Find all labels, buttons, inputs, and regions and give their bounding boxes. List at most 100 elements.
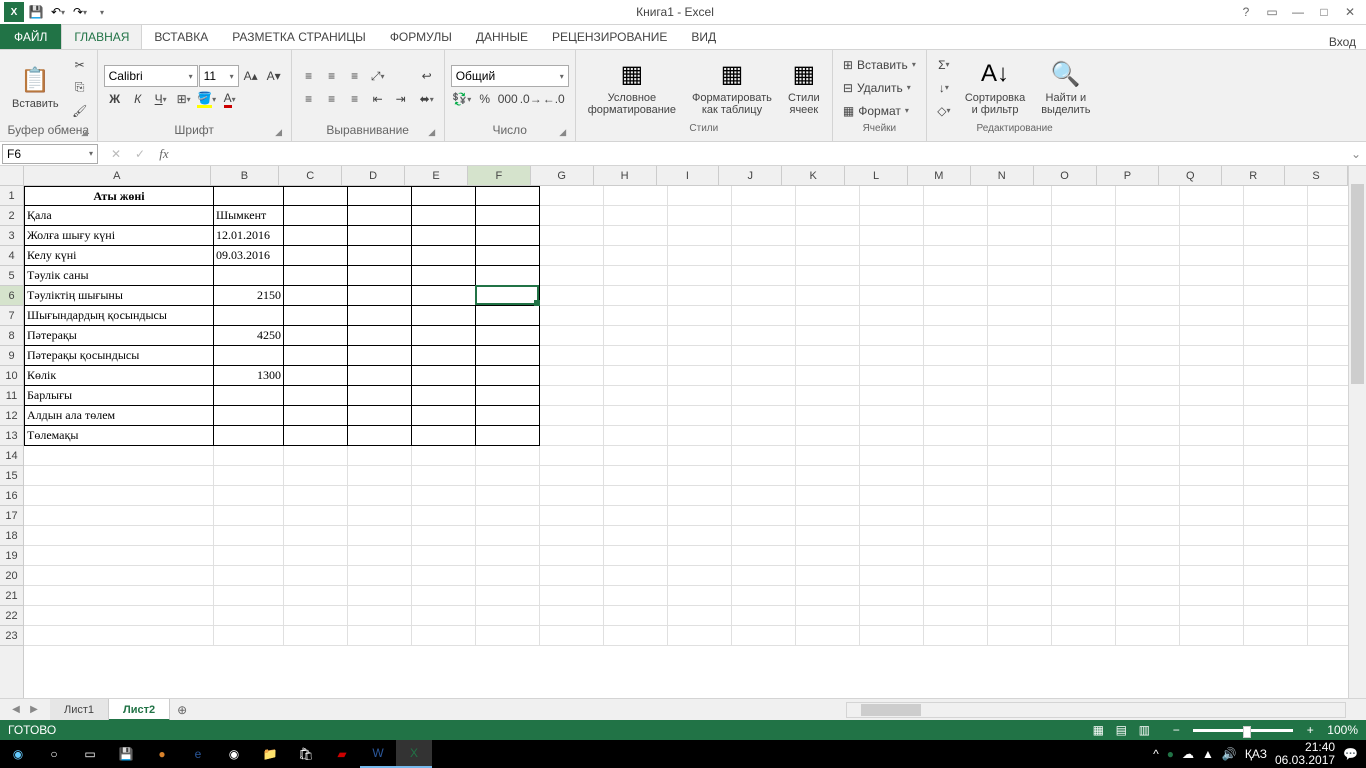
row-header-7[interactable]: 7: [0, 306, 23, 326]
column-header-N[interactable]: N: [971, 166, 1034, 185]
cell-L2[interactable]: [860, 206, 924, 226]
decrease-indent-button[interactable]: ⇤: [367, 88, 389, 110]
dialog-launcher-icon[interactable]: ◢: [273, 127, 285, 139]
row-header-2[interactable]: 2: [0, 206, 23, 226]
cell-R15[interactable]: [1244, 466, 1308, 486]
cell-B3[interactable]: 12.01.2016: [214, 226, 284, 246]
taskbar-explorer[interactable]: 📁: [252, 740, 288, 768]
cell-F1[interactable]: [476, 186, 540, 206]
cell-R2[interactable]: [1244, 206, 1308, 226]
cell-J6[interactable]: [732, 286, 796, 306]
cell-M9[interactable]: [924, 346, 988, 366]
cell-E20[interactable]: [412, 566, 476, 586]
cell-B17[interactable]: [214, 506, 284, 526]
tab-data[interactable]: ДАННЫЕ: [464, 24, 540, 49]
cell-N1[interactable]: [988, 186, 1052, 206]
cell-M10[interactable]: [924, 366, 988, 386]
cell-H14[interactable]: [604, 446, 668, 466]
cell-L6[interactable]: [860, 286, 924, 306]
cell-C20[interactable]: [284, 566, 348, 586]
cell-K14[interactable]: [796, 446, 860, 466]
increase-decimal-button[interactable]: .0→: [520, 88, 542, 110]
cell-B20[interactable]: [214, 566, 284, 586]
cell-I7[interactable]: [668, 306, 732, 326]
zoom-out-button[interactable]: −: [1165, 721, 1187, 739]
cell-N9[interactable]: [988, 346, 1052, 366]
cell-F13[interactable]: [476, 426, 540, 446]
taskbar-excel[interactable]: X: [396, 740, 432, 768]
cell-J17[interactable]: [732, 506, 796, 526]
cell-M23[interactable]: [924, 626, 988, 646]
dialog-launcher-icon[interactable]: ◢: [557, 127, 569, 139]
cell-F3[interactable]: [476, 226, 540, 246]
cell-D15[interactable]: [348, 466, 412, 486]
cell-I16[interactable]: [668, 486, 732, 506]
add-sheet-button[interactable]: ⊕: [170, 703, 194, 717]
cell-N20[interactable]: [988, 566, 1052, 586]
cell-I21[interactable]: [668, 586, 732, 606]
cell-C6[interactable]: [284, 286, 348, 306]
cell-L3[interactable]: [860, 226, 924, 246]
tab-view[interactable]: ВИД: [679, 24, 728, 49]
cell-P15[interactable]: [1116, 466, 1180, 486]
cell-E11[interactable]: [412, 386, 476, 406]
cell-O6[interactable]: [1052, 286, 1116, 306]
cell-E7[interactable]: [412, 306, 476, 326]
cell-F18[interactable]: [476, 526, 540, 546]
cell-A10[interactable]: Көлік: [24, 366, 214, 386]
cell-N12[interactable]: [988, 406, 1052, 426]
cell-D19[interactable]: [348, 546, 412, 566]
cell-K20[interactable]: [796, 566, 860, 586]
cell-Q23[interactable]: [1180, 626, 1244, 646]
cell-D23[interactable]: [348, 626, 412, 646]
cell-E2[interactable]: [412, 206, 476, 226]
cell-Q5[interactable]: [1180, 266, 1244, 286]
cell-C8[interactable]: [284, 326, 348, 346]
column-header-S[interactable]: S: [1285, 166, 1348, 185]
row-header-21[interactable]: 21: [0, 586, 23, 606]
cell-K11[interactable]: [796, 386, 860, 406]
percent-button[interactable]: %: [474, 88, 496, 110]
cell-N10[interactable]: [988, 366, 1052, 386]
cell-K7[interactable]: [796, 306, 860, 326]
cell-J9[interactable]: [732, 346, 796, 366]
cell-G22[interactable]: [540, 606, 604, 626]
tab-page-layout[interactable]: РАЗМЕТКА СТРАНИЦЫ: [220, 24, 378, 49]
cell-F8[interactable]: [476, 326, 540, 346]
cell-L14[interactable]: [860, 446, 924, 466]
cell-I10[interactable]: [668, 366, 732, 386]
tab-review[interactable]: РЕЦЕНЗИРОВАНИЕ: [540, 24, 679, 49]
row-header-15[interactable]: 15: [0, 466, 23, 486]
cell-E13[interactable]: [412, 426, 476, 446]
cell-M12[interactable]: [924, 406, 988, 426]
cell-G15[interactable]: [540, 466, 604, 486]
tray-cloud-icon[interactable]: ☁: [1182, 747, 1194, 761]
cell-G5[interactable]: [540, 266, 604, 286]
formula-input[interactable]: [180, 144, 1346, 164]
ribbon-display-button[interactable]: ▭: [1260, 2, 1284, 22]
font-size-combo[interactable]: 11▾: [199, 65, 239, 87]
cell-M7[interactable]: [924, 306, 988, 326]
cell-J4[interactable]: [732, 246, 796, 266]
cell-E17[interactable]: [412, 506, 476, 526]
cell-H23[interactable]: [604, 626, 668, 646]
cell-B1[interactable]: [214, 186, 284, 206]
cell-L4[interactable]: [860, 246, 924, 266]
cell-L1[interactable]: [860, 186, 924, 206]
cell-C17[interactable]: [284, 506, 348, 526]
cell-D11[interactable]: [348, 386, 412, 406]
cell-E4[interactable]: [412, 246, 476, 266]
insert-cells-button[interactable]: ⊞Вставить▾: [839, 54, 920, 76]
cell-R3[interactable]: [1244, 226, 1308, 246]
cell-O4[interactable]: [1052, 246, 1116, 266]
cell-L22[interactable]: [860, 606, 924, 626]
cell-B15[interactable]: [214, 466, 284, 486]
cortana-button[interactable]: ○: [36, 740, 72, 768]
cell-H17[interactable]: [604, 506, 668, 526]
cell-B16[interactable]: [214, 486, 284, 506]
cell-P11[interactable]: [1116, 386, 1180, 406]
cell-I4[interactable]: [668, 246, 732, 266]
conditional-formatting-button[interactable]: ▦ Условное форматирование: [582, 55, 682, 121]
cell-R11[interactable]: [1244, 386, 1308, 406]
row-header-4[interactable]: 4: [0, 246, 23, 266]
